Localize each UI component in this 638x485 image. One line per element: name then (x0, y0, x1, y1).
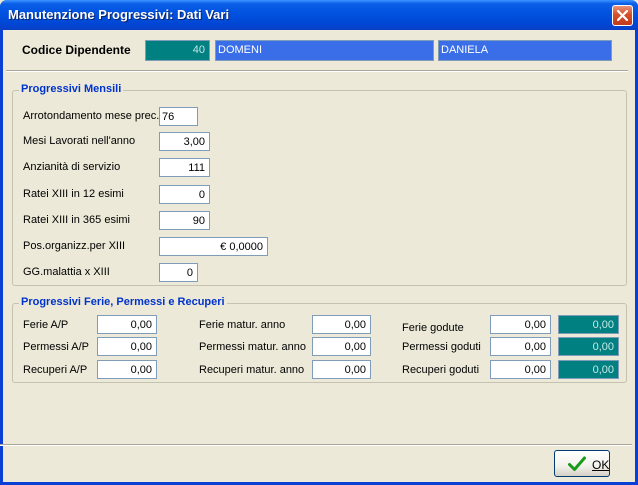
pos-organizz-field[interactable]: € 0,0000 (159, 237, 268, 256)
ratei-12-field[interactable]: 0 (159, 185, 210, 204)
ok-label: OK (592, 458, 610, 472)
title-bar[interactable]: Manutenzione Progressivi: Dati Vari (0, 0, 638, 30)
ratei-365-label: Ratei XIII in 365 esimi (23, 214, 130, 226)
header-separator (6, 70, 628, 72)
ferie-ap-label: Ferie A/P (23, 319, 69, 331)
anzianita-field[interactable]: 111 (159, 158, 210, 177)
arrotondamento-label: Arrotondamento mese prec. (23, 110, 160, 122)
mesi-lavorati-field[interactable]: 3,00 (159, 132, 210, 151)
ratei-12-label: Ratei XIII in 12 esimi (23, 188, 124, 200)
permessi-matur-field[interactable]: 0,00 (312, 337, 371, 356)
recuperi-goduti-label: Recuperi goduti (402, 364, 480, 376)
ferie-residuo-field[interactable]: 0,00 (558, 315, 619, 334)
recuperi-residuo-field[interactable]: 0,00 (558, 360, 619, 379)
recuperi-matur-field[interactable]: 0,00 (312, 360, 371, 379)
window-title: Manutenzione Progressivi: Dati Vari (8, 7, 230, 22)
gg-malattia-label: GG.malattia x XIII (23, 266, 110, 278)
recuperi-ap-field[interactable]: 0,00 (97, 360, 157, 379)
ferie-godute-label: Ferie godute (402, 322, 464, 334)
nome-field[interactable]: DANIELA (438, 40, 612, 61)
permessi-goduti-label: Permessi goduti (402, 341, 481, 353)
close-icon (617, 10, 628, 21)
codice-dipendente-label: Codice Dipendente (22, 43, 131, 57)
ok-button[interactable]: OK (554, 450, 610, 477)
checkmark-icon (568, 456, 586, 471)
ferie-matur-label: Ferie matur. anno (199, 319, 286, 331)
gg-malattia-field[interactable]: 0 (159, 263, 198, 282)
ferie-matur-field[interactable]: 0,00 (312, 315, 371, 334)
mesi-lavorati-label: Mesi Lavorati nell'anno (23, 135, 136, 147)
permessi-ap-field[interactable]: 0,00 (97, 337, 157, 356)
ratei-365-field[interactable]: 90 (159, 211, 210, 230)
arrotondamento-field[interactable]: 76 (159, 107, 198, 126)
cognome-field[interactable]: DOMENI (215, 40, 434, 61)
permessi-ap-label: Permessi A/P (23, 341, 90, 353)
progressivi-mensili-title: Progressivi Mensili (19, 83, 124, 95)
progressivi-ferie-title: Progressivi Ferie, Permessi e Recuperi (19, 296, 227, 308)
pos-organizz-label: Pos.organizz.per XIII (23, 240, 126, 252)
ferie-godute-field[interactable]: 0,00 (490, 315, 551, 334)
recuperi-goduti-field[interactable]: 0,00 (490, 360, 551, 379)
permessi-residuo-field[interactable]: 0,00 (558, 337, 619, 356)
ferie-ap-field[interactable]: 0,00 (97, 315, 157, 334)
codice-dipendente-field[interactable]: 40 (145, 40, 210, 61)
permessi-matur-label: Permessi matur. anno (199, 341, 306, 353)
recuperi-ap-label: Recuperi A/P (23, 364, 88, 376)
permessi-goduti-field[interactable]: 0,00 (490, 337, 551, 356)
recuperi-matur-label: Recuperi matur. anno (199, 364, 305, 376)
footer-separator (0, 444, 632, 446)
anzianita-label: Anzianità di servizio (23, 161, 121, 173)
close-button[interactable] (612, 5, 633, 26)
